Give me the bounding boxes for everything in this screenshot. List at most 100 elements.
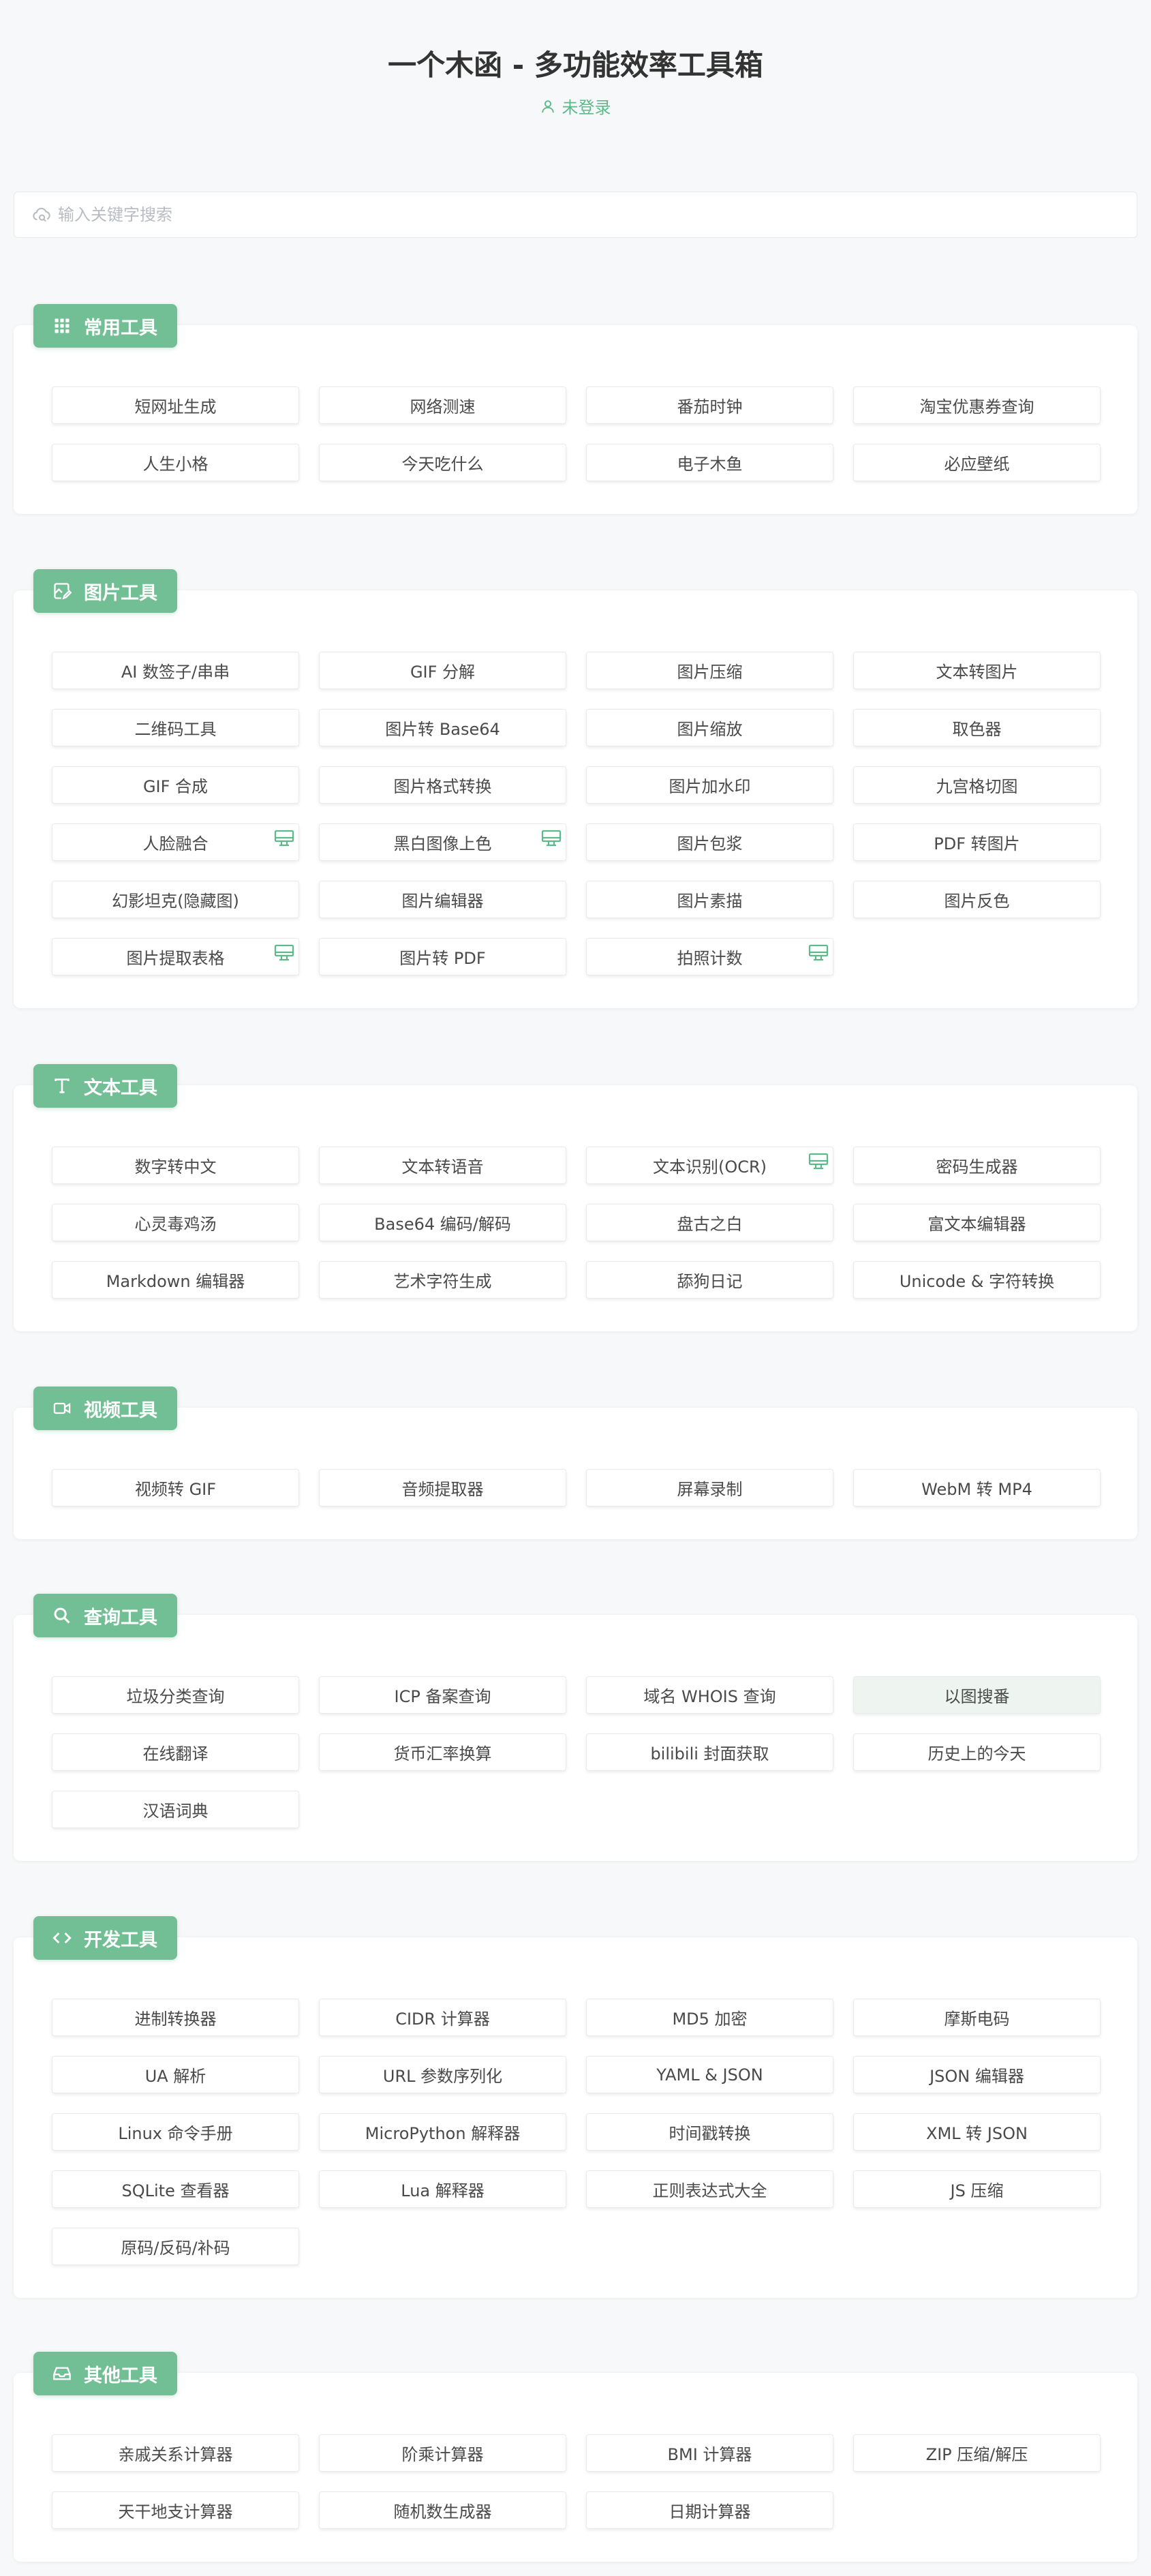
tool-button[interactable]: PDF 转图片 bbox=[853, 823, 1101, 861]
tool-button[interactable]: 幻影坦克(隐藏图) bbox=[52, 881, 299, 918]
tool-button[interactable]: GIF 合成 bbox=[52, 766, 299, 804]
tool-button[interactable]: 音频提取器 bbox=[319, 1469, 566, 1506]
tool-button[interactable]: 图片缩放 bbox=[586, 709, 833, 746]
tool-button[interactable]: 密码生成器 bbox=[853, 1147, 1101, 1184]
tool-button[interactable]: Lua 解释器 bbox=[319, 2170, 566, 2208]
tool-button[interactable]: Markdown 编辑器 bbox=[52, 1261, 299, 1299]
tool-button[interactable]: 日期计算器 bbox=[586, 2491, 833, 2529]
tool-button[interactable]: 图片反色 bbox=[853, 881, 1101, 918]
tool-button[interactable]: 视频转 GIF bbox=[52, 1469, 299, 1506]
tool-label: 盘古之白 bbox=[677, 1215, 743, 1234]
tool-button[interactable]: 货币汇率换算 bbox=[319, 1733, 566, 1771]
tool-button[interactable]: 随机数生成器 bbox=[319, 2491, 566, 2529]
tool-button[interactable]: 文本识别(OCR) bbox=[586, 1147, 833, 1184]
tool-button[interactable]: 以图搜番 bbox=[853, 1676, 1101, 1714]
tool-button[interactable]: 文本转语音 bbox=[319, 1147, 566, 1184]
tool-button[interactable]: 人脸融合 bbox=[52, 823, 299, 861]
tool-button[interactable]: Unicode & 字符转换 bbox=[853, 1261, 1101, 1299]
tool-label: 阶乘计算器 bbox=[401, 2445, 484, 2464]
search-input[interactable] bbox=[58, 205, 1080, 224]
tool-button[interactable]: XML 转 JSON bbox=[853, 2113, 1101, 2151]
tool-button[interactable]: 图片转 PDF bbox=[319, 938, 566, 975]
tool-button[interactable]: 今天吃什么 bbox=[319, 444, 566, 481]
tool-button[interactable]: 历史上的今天 bbox=[853, 1733, 1101, 1771]
tool-button[interactable]: 时间戳转换 bbox=[586, 2113, 833, 2151]
tool-button[interactable]: AI 数签子/串串 bbox=[52, 652, 299, 689]
tool-button[interactable]: 九宫格切图 bbox=[853, 766, 1101, 804]
tool-button[interactable]: 心灵毒鸡汤 bbox=[52, 1204, 299, 1241]
tool-button[interactable]: 图片包浆 bbox=[586, 823, 833, 861]
tool-button[interactable]: 阶乘计算器 bbox=[319, 2434, 566, 2472]
tool-button[interactable]: URL 参数序列化 bbox=[319, 2056, 566, 2093]
tool-button[interactable]: 进制转换器 bbox=[52, 1999, 299, 2036]
tool-button[interactable]: 番茄时钟 bbox=[586, 387, 833, 424]
tool-button[interactable]: 原码/反码/补码 bbox=[52, 2228, 299, 2265]
tool-button[interactable]: 图片格式转换 bbox=[319, 766, 566, 804]
tool-label: 必应壁纸 bbox=[944, 455, 1010, 474]
tool-button[interactable]: CIDR 计算器 bbox=[319, 1999, 566, 2036]
tool-button[interactable]: 艺术字符生成 bbox=[319, 1261, 566, 1299]
search-bar bbox=[14, 192, 1137, 238]
tool-button[interactable]: 人生小格 bbox=[52, 444, 299, 481]
section-header: 常用工具 bbox=[33, 304, 177, 348]
tool-button[interactable]: 亲戚关系计算器 bbox=[52, 2434, 299, 2472]
tool-button[interactable]: UA 解析 bbox=[52, 2056, 299, 2093]
tool-label: 图片转 Base64 bbox=[385, 720, 500, 739]
login-status[interactable]: 未登录 bbox=[0, 94, 1151, 118]
tool-button[interactable]: BMI 计算器 bbox=[586, 2434, 833, 2472]
section-header: 文本工具 bbox=[33, 1064, 177, 1108]
tool-button[interactable]: 图片素描 bbox=[586, 881, 833, 918]
tool-label: YAML & JSON bbox=[656, 2065, 763, 2085]
tool-button[interactable]: 摩斯电码 bbox=[853, 1999, 1101, 2036]
tool-button[interactable]: 正则表达式大全 bbox=[586, 2170, 833, 2208]
tool-button[interactable]: 域名 WHOIS 查询 bbox=[586, 1676, 833, 1714]
tool-button[interactable]: 天干地支计算器 bbox=[52, 2491, 299, 2529]
tool-button[interactable]: 二维码工具 bbox=[52, 709, 299, 746]
tool-button[interactable]: Linux 命令手册 bbox=[52, 2113, 299, 2151]
tool-button[interactable]: JSON 编辑器 bbox=[853, 2056, 1101, 2093]
tool-label: 九宫格切图 bbox=[936, 777, 1018, 796]
tool-label: 文本转图片 bbox=[936, 663, 1018, 682]
tool-button[interactable]: 图片加水印 bbox=[586, 766, 833, 804]
tool-button[interactable]: JS 压缩 bbox=[853, 2170, 1101, 2208]
tool-button[interactable]: 拍照计数 bbox=[586, 938, 833, 975]
tool-button[interactable]: 取色器 bbox=[853, 709, 1101, 746]
tool-button[interactable]: Base64 编码/解码 bbox=[319, 1204, 566, 1241]
section-header: 开发工具 bbox=[33, 1916, 177, 1960]
tool-button[interactable]: 图片提取表格 bbox=[52, 938, 299, 975]
tool-button[interactable]: ZIP 压缩/解压 bbox=[853, 2434, 1101, 2472]
tool-button[interactable]: 淘宝优惠券查询 bbox=[853, 387, 1101, 424]
tool-button[interactable]: GIF 分解 bbox=[319, 652, 566, 689]
tool-button[interactable]: SQLite 查看器 bbox=[52, 2170, 299, 2208]
tool-label: 音频提取器 bbox=[401, 1480, 484, 1499]
tool-button[interactable]: 汉语词典 bbox=[52, 1791, 299, 1828]
tool-label: 艺术字符生成 bbox=[393, 1272, 492, 1291]
tool-button[interactable]: 文本转图片 bbox=[853, 652, 1101, 689]
tool-button[interactable]: 黑白图像上色 bbox=[319, 823, 566, 861]
tool-label: bilibili 封面获取 bbox=[650, 1744, 769, 1763]
tool-label: 图片提取表格 bbox=[126, 949, 225, 968]
tool-button[interactable]: WebM 转 MP4 bbox=[853, 1469, 1101, 1506]
tool-button[interactable]: 必应壁纸 bbox=[853, 444, 1101, 481]
tool-button[interactable]: 盘古之白 bbox=[586, 1204, 833, 1241]
tool-button[interactable]: 垃圾分类查询 bbox=[52, 1676, 299, 1714]
tool-button[interactable]: 图片转 Base64 bbox=[319, 709, 566, 746]
tool-button[interactable]: 屏幕录制 bbox=[586, 1469, 833, 1506]
tool-button[interactable]: ICP 备案查询 bbox=[319, 1676, 566, 1714]
tool-label: 在线翻译 bbox=[142, 1744, 209, 1763]
tool-button[interactable]: 数字转中文 bbox=[52, 1147, 299, 1184]
tool-button[interactable]: 网络测速 bbox=[319, 387, 566, 424]
tool-button[interactable]: 舔狗日记 bbox=[586, 1261, 833, 1299]
tool-button[interactable]: 在线翻译 bbox=[52, 1733, 299, 1771]
tool-button[interactable]: 图片压缩 bbox=[586, 652, 833, 689]
tool-button[interactable]: 图片编辑器 bbox=[319, 881, 566, 918]
tool-label: 二维码工具 bbox=[134, 720, 217, 739]
tool-button[interactable]: bilibili 封面获取 bbox=[586, 1733, 833, 1771]
tool-button[interactable]: YAML & JSON bbox=[586, 2056, 833, 2093]
tool-label: Linux 命令手册 bbox=[118, 2124, 233, 2143]
tool-button[interactable]: 富文本编辑器 bbox=[853, 1204, 1101, 1241]
tool-button[interactable]: MD5 加密 bbox=[586, 1999, 833, 2036]
tool-button[interactable]: 电子木鱼 bbox=[586, 444, 833, 481]
tool-button[interactable]: MicroPython 解释器 bbox=[319, 2113, 566, 2151]
tool-button[interactable]: 短网址生成 bbox=[52, 387, 299, 424]
